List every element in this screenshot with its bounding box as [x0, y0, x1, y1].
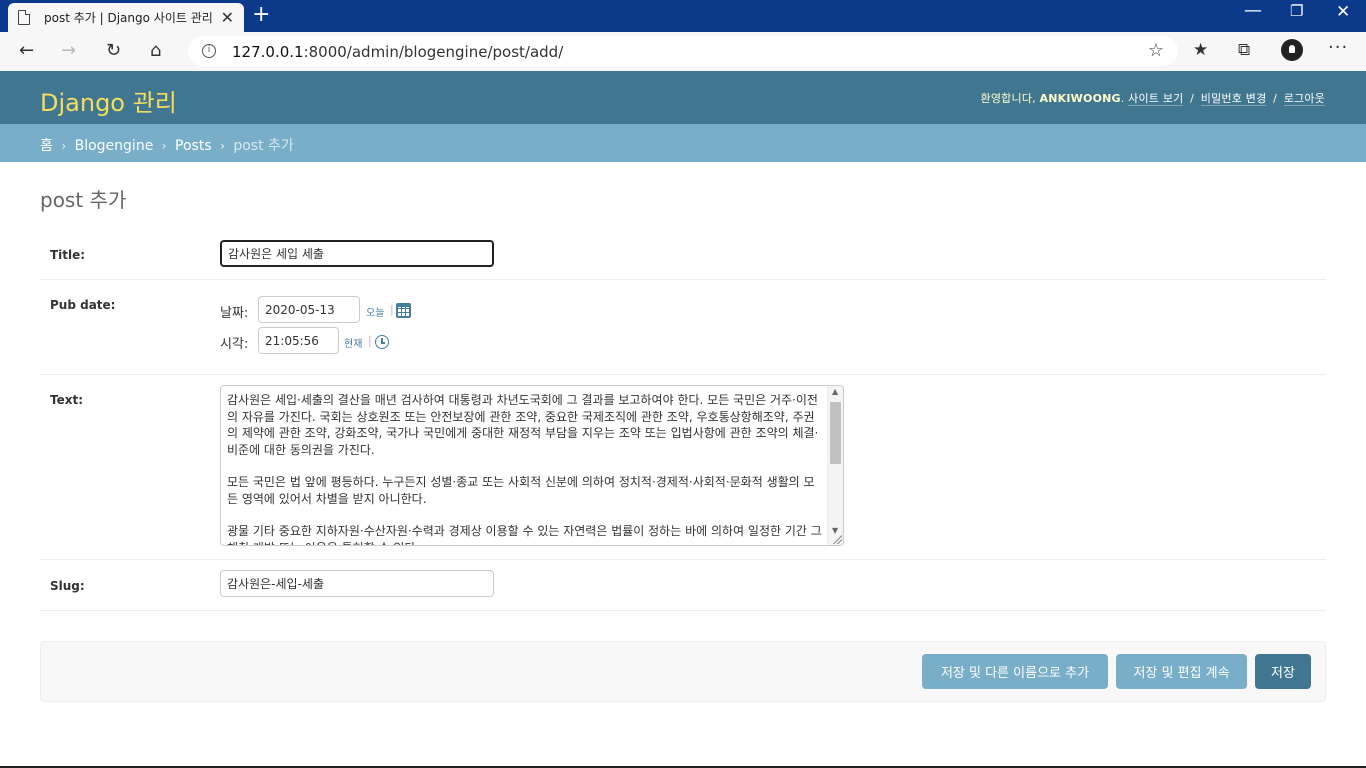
title-label: Title:: [50, 248, 86, 262]
tab-title: post 추가 | Django 사이트 관리: [44, 11, 213, 25]
restore-icon[interactable]: ❐: [1290, 2, 1303, 20]
collections-icon[interactable]: ⧉: [1238, 40, 1250, 60]
resize-handle-icon[interactable]: [832, 534, 842, 544]
favorite-star-icon[interactable]: ☆: [1148, 40, 1164, 61]
now-link[interactable]: 현재: [344, 335, 362, 350]
forward-arrow-icon[interactable]: →: [61, 40, 76, 61]
admin-header: Django 관리 환영합니다, ANKIWOONG. 사이트 보기 / 비밀번…: [0, 71, 1366, 124]
breadcrumb: 홈 › Blogengine › Posts › post 추가: [0, 124, 1366, 162]
pub-date-label: Pub date:: [50, 298, 116, 312]
browser-tab[interactable]: post 추가 | Django 사이트 관리 ✕: [8, 3, 244, 32]
text-label: Text:: [50, 393, 84, 407]
breadcrumb-separator: ›: [161, 139, 167, 153]
home-icon[interactable]: ⌂: [150, 40, 161, 61]
tab-close-icon[interactable]: ✕: [221, 8, 234, 27]
scroll-up-icon[interactable]: ▲: [832, 387, 838, 396]
username: ANKIWOONG: [1039, 92, 1121, 105]
view-site-link[interactable]: 사이트 보기: [1128, 92, 1184, 106]
reload-icon[interactable]: ↻: [106, 40, 121, 61]
slug-label: Slug:: [50, 579, 85, 593]
date-label: 날짜:: [220, 306, 249, 321]
textarea-scrollbar[interactable]: ▲ ▼: [827, 386, 843, 545]
save-and-add-another-button[interactable]: 저장 및 다른 이름으로 추가: [922, 654, 1108, 689]
change-password-link[interactable]: 비밀번호 변경: [1200, 92, 1267, 106]
more-menu-icon[interactable]: ···: [1328, 37, 1348, 58]
page-icon: [18, 10, 30, 25]
save-and-continue-button[interactable]: 저장 및 편집 계속: [1116, 654, 1247, 689]
separator: /: [1190, 92, 1195, 105]
page-title: post 추가: [40, 188, 127, 212]
save-button[interactable]: 저장: [1255, 654, 1311, 689]
back-arrow-icon[interactable]: ←: [19, 40, 34, 61]
submit-row: 저장 및 다른 이름으로 추가 저장 및 편집 계속 저장: [40, 641, 1326, 702]
time-label: 시각:: [220, 337, 249, 352]
browser-tab-bar: post 추가 | Django 사이트 관리 ✕ + — ❐ ✕: [0, 0, 1366, 32]
separator: |: [390, 303, 394, 316]
address-bar[interactable]: i 127.0.0.1:8000/admin/blogengine/post/a…: [188, 36, 1178, 66]
welcome-text: 환영합니다,: [980, 92, 1036, 105]
breadcrumb-current: post 추가: [233, 138, 294, 154]
url-text[interactable]: 127.0.0.1:8000/admin/blogengine/post/add…: [232, 43, 563, 61]
text-paragraph: 모든 국민은 법 앞에 평등하다. 누구든지 성별·종교 또는 사회적 신분에 …: [227, 475, 815, 506]
scroll-thumb[interactable]: [830, 402, 841, 464]
logout-link[interactable]: 로그아웃: [1283, 92, 1325, 106]
text-paragraph: 광물 기타 중요한 지하자원·수산자원·수력과 경제상 이용할 수 있는 자연력…: [227, 524, 822, 545]
title-input[interactable]: [220, 240, 494, 267]
calendar-icon[interactable]: [396, 303, 411, 318]
slug-input[interactable]: [220, 570, 494, 597]
favorites-icon[interactable]: ★: [1193, 40, 1208, 60]
separator: |: [368, 334, 372, 347]
form-row-pub-date: Pub date: 날짜: 오늘 | 시각: 현재 |: [40, 280, 1326, 375]
minimize-icon[interactable]: —: [1244, 0, 1262, 21]
clock-icon[interactable]: [375, 335, 389, 349]
time-input[interactable]: [258, 327, 339, 354]
new-tab-icon[interactable]: +: [252, 4, 270, 26]
window-close-icon[interactable]: ✕: [1336, 2, 1350, 22]
breadcrumb-separator: ›: [220, 139, 225, 153]
form-row-title: Title:: [40, 230, 1326, 280]
breadcrumb-model[interactable]: Posts: [175, 138, 212, 154]
text-paragraph: 감사원은 세입·세출의 결산을 매년 검사하여 대통령과 차년도국회에 그 결과…: [227, 393, 819, 457]
form-row-slug: Slug:: [40, 560, 1326, 611]
textarea-content[interactable]: 감사원은 세입·세출의 결산을 매년 검사하여 대통령과 차년도국회에 그 결과…: [227, 392, 823, 545]
form-row-text: Text: 감사원은 세입·세출의 결산을 매년 검사하여 대통령과 차년도국회…: [40, 375, 1326, 560]
user-tools: 환영합니다, ANKIWOONG. 사이트 보기 / 비밀번호 변경 / 로그아…: [980, 92, 1325, 106]
breadcrumb-home[interactable]: 홈: [40, 138, 53, 154]
profile-icon[interactable]: [1281, 39, 1303, 61]
text-textarea[interactable]: 감사원은 세입·세출의 결산을 매년 검사하여 대통령과 차년도국회에 그 결과…: [220, 385, 844, 546]
breadcrumb-separator: ›: [61, 139, 67, 153]
separator: /: [1273, 92, 1278, 105]
info-icon[interactable]: i: [202, 44, 216, 58]
today-link[interactable]: 오늘: [366, 304, 384, 319]
site-branding[interactable]: Django 관리: [40, 83, 177, 118]
breadcrumb-app[interactable]: Blogengine: [75, 138, 154, 154]
date-input[interactable]: [258, 296, 360, 323]
browser-toolbar: ← → ↻ ⌂ i 127.0.0.1:8000/admin/blogengin…: [0, 32, 1366, 71]
